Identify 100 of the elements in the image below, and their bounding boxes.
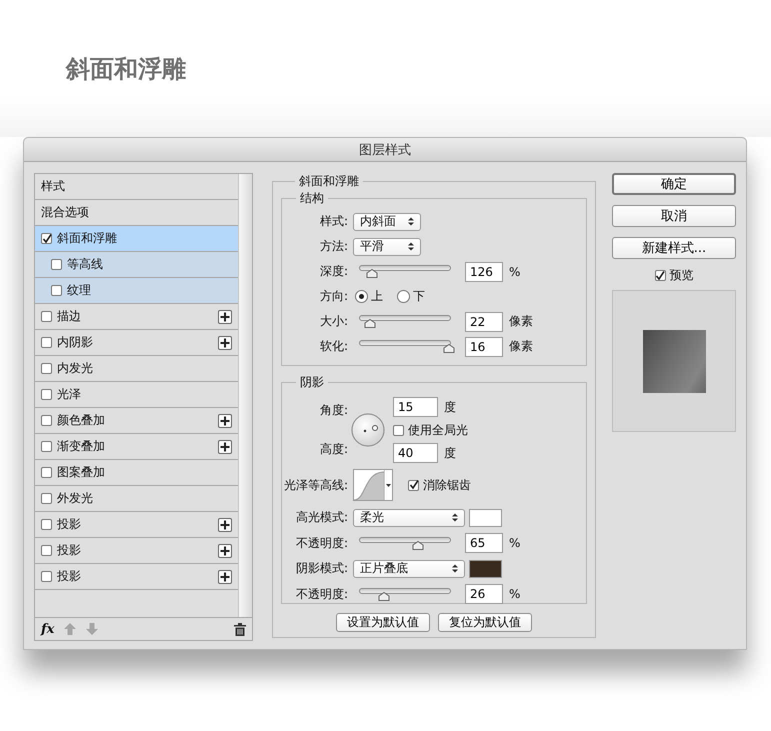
list-item[interactable]: 等高线 (35, 252, 238, 278)
number-field[interactable]: 65 (465, 533, 503, 554)
checkbox[interactable] (41, 363, 52, 374)
page-heading: 斜面和浮雕 (66, 54, 186, 85)
checkbox[interactable] (41, 467, 52, 478)
contour-picker[interactable] (353, 469, 393, 501)
field-label: 高光模式: (294, 509, 348, 526)
list-item[interactable]: 投影 (35, 538, 238, 564)
checkbox[interactable] (41, 415, 52, 426)
checkbox-label: 消除锯齿 (423, 476, 471, 494)
item-label: 样式 (41, 178, 66, 195)
checkbox[interactable] (393, 424, 404, 436)
slider[interactable] (359, 586, 451, 602)
number-field[interactable]: 40 (393, 443, 438, 463)
checkbox[interactable] (41, 493, 52, 504)
unit-label: 像素 (509, 338, 533, 355)
field-label: 方向: (318, 288, 348, 305)
checkbox[interactable] (41, 545, 52, 556)
number-field[interactable]: 16 (465, 336, 503, 356)
checkbox[interactable] (41, 389, 52, 400)
checkbox[interactable] (41, 311, 52, 322)
updown-arrow-icon (452, 513, 458, 522)
dropdown[interactable]: 柔光 (353, 508, 465, 527)
updown-arrow-icon (452, 564, 458, 574)
group-title: 阴影 (299, 374, 325, 391)
add-button[interactable] (218, 570, 232, 584)
slider-thumb[interactable] (443, 344, 455, 353)
add-button[interactable] (218, 310, 232, 324)
checkbox[interactable] (408, 480, 419, 490)
updown-arrow-icon (408, 217, 414, 226)
field-label: 软化: (318, 338, 348, 355)
color-swatch[interactable] (469, 560, 502, 578)
action-button[interactable]: 取消 (612, 205, 736, 227)
checkbox[interactable] (41, 519, 52, 530)
checkbox[interactable] (41, 233, 52, 244)
item-label: 纹理 (67, 282, 92, 299)
field-label: 高度: (318, 441, 348, 458)
field-label: 大小: (318, 313, 348, 330)
checkbox[interactable] (51, 259, 62, 270)
item-label: 内发光 (57, 360, 94, 377)
window-title: 图层样式 (359, 142, 411, 158)
unit-label: 度 (444, 444, 456, 462)
slider[interactable] (359, 536, 451, 551)
list-item[interactable]: 斜面和浮雕 (35, 226, 238, 252)
action-button[interactable]: 确定 (612, 173, 736, 195)
list-item[interactable]: 投影 (35, 564, 238, 590)
field-label: 样式: (318, 213, 348, 230)
list-item[interactable]: 投影 (35, 512, 238, 538)
add-button[interactable] (218, 544, 232, 558)
dropdown[interactable]: 正片叠底 (353, 560, 465, 578)
list-item[interactable]: 光泽 (35, 382, 238, 408)
checkbox[interactable] (51, 285, 62, 296)
preview-swatch (642, 330, 706, 392)
list-item[interactable]: 颜色叠加 (35, 408, 238, 434)
slider[interactable] (359, 314, 451, 329)
number-field[interactable]: 26 (465, 584, 503, 604)
add-button[interactable] (218, 414, 232, 428)
checkbox-label: 预览 (670, 267, 694, 284)
radio-button[interactable] (397, 290, 410, 303)
radio-button[interactable] (355, 290, 368, 303)
number-field[interactable]: 15 (393, 397, 438, 417)
item-label: 投影 (57, 568, 82, 585)
slider[interactable] (359, 264, 451, 279)
plus-icon (220, 312, 230, 322)
number-field[interactable]: 22 (465, 312, 503, 332)
list-item[interactable]: 图案叠加 (35, 460, 238, 486)
color-swatch[interactable] (469, 508, 502, 527)
plus-icon (220, 442, 230, 452)
fx-button[interactable]: fx (41, 622, 54, 636)
option-label: 上 (371, 288, 383, 305)
add-button[interactable] (218, 440, 232, 454)
action-button[interactable]: 新建样式... (612, 237, 736, 259)
list-item[interactable]: 描边 (35, 304, 238, 330)
add-button[interactable] (218, 336, 232, 350)
list-item[interactable]: 外发光 (35, 486, 238, 512)
field-label: 不透明度: (294, 534, 348, 552)
checkbox[interactable] (41, 441, 52, 452)
item-label: 斜面和浮雕 (57, 230, 118, 247)
default-button[interactable]: 设置为默认值 (336, 613, 430, 632)
dropdown[interactable]: 平滑 (353, 238, 421, 256)
dropdown[interactable]: 内斜面 (353, 212, 421, 230)
group-title: 斜面和浮雕 (298, 173, 360, 190)
default-button[interactable]: 复位为默认值 (438, 613, 532, 632)
scrollbar[interactable] (238, 174, 252, 617)
add-button[interactable] (218, 518, 232, 532)
list-item[interactable]: 内阴影 (35, 330, 238, 356)
list-item[interactable]: 渐变叠加 (35, 434, 238, 460)
list-item[interactable]: 纹理 (35, 278, 238, 304)
item-label: 描边 (57, 308, 82, 325)
list-item[interactable]: 内发光 (35, 356, 238, 382)
checkbox[interactable] (41, 571, 52, 582)
item-label: 外发光 (57, 490, 94, 507)
field-label: 方法: (318, 238, 348, 255)
checkbox[interactable] (654, 270, 666, 281)
item-label: 等高线 (67, 256, 104, 273)
checkbox-label: 使用全局光 (408, 422, 468, 438)
checkbox[interactable] (41, 337, 52, 348)
unit-label: % (509, 536, 520, 550)
number-field[interactable]: 126 (465, 262, 503, 282)
unit-label: 度 (444, 398, 456, 416)
